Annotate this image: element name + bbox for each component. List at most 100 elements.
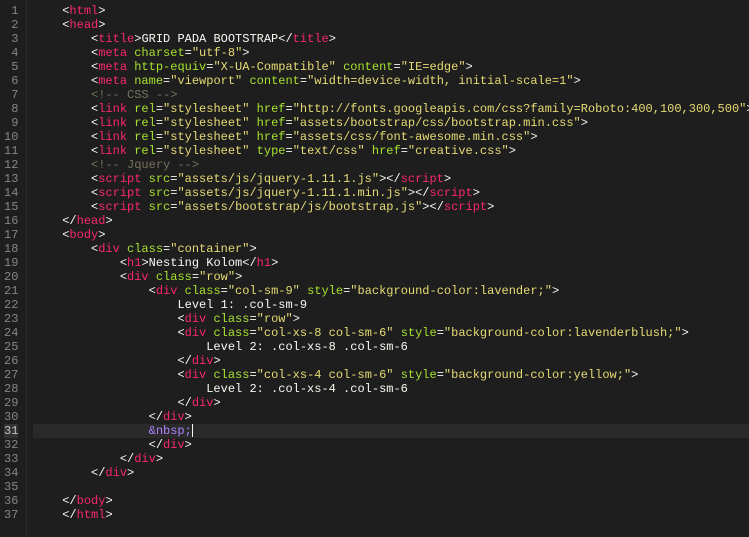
token-text [336,60,343,74]
code-line[interactable]: <!-- Jquery --> [33,158,749,172]
token-string: "container" [170,242,249,256]
code-line[interactable]: Level 1: .col-sm-9 [33,298,749,312]
token-punct: > [98,18,105,32]
token-tag: script [444,200,487,214]
token-string: "utf-8" [192,46,242,60]
code-line[interactable]: <body> [33,228,749,242]
code-line[interactable]: <meta http-equiv="X-UA-Compatible" conte… [33,60,749,74]
token-attr: src [149,172,171,186]
code-line[interactable]: </div> [33,466,749,480]
token-attr: http-equiv [134,60,206,74]
line-number: 6 [4,74,18,88]
code-line[interactable]: <script src="assets/bootstrap/js/bootstr… [33,200,749,214]
token-attr: rel [134,116,156,130]
token-tag: div [163,410,185,424]
token-punct: < [177,326,184,340]
code-line[interactable]: <div class="row"> [33,312,749,326]
code-line[interactable]: <html> [33,4,749,18]
code-line[interactable]: </div> [33,452,749,466]
token-tag: meta [98,74,127,88]
token-punct: < [177,312,184,326]
code-line[interactable]: </body> [33,494,749,508]
token-string: "IE=edge" [401,60,466,74]
code-line[interactable]: &nbsp; [33,424,749,438]
token-punct: > [552,284,559,298]
token-punct: < [149,284,156,298]
token-string: "stylesheet" [163,102,249,116]
token-attr: style [401,368,437,382]
token-punct: ></ [408,186,430,200]
token-attr: href [257,102,286,116]
token-attr: style [307,284,343,298]
token-punct: = [285,102,292,116]
token-string: "viewport" [170,74,242,88]
token-text: Nesting Kolom [149,256,243,270]
code-line[interactable]: <title>GRID PADA BOOTSTRAP</title> [33,32,749,46]
code-line[interactable]: <div class="col-sm-9" style="background-… [33,284,749,298]
token-text [249,116,256,130]
code-line[interactable]: <h1>Nesting Kolom</h1> [33,256,749,270]
token-text: Level 2: .col-xs-8 .col-sm-6 [206,340,408,354]
code-line[interactable]: </html> [33,508,749,522]
token-punct: > [466,60,473,74]
token-tag: link [98,102,127,116]
line-number: 31 [4,424,18,438]
token-tag: div [185,368,207,382]
code-line[interactable]: Level 2: .col-xs-4 .col-sm-6 [33,382,749,396]
code-editor[interactable]: 1234567891011121314151617181920212223242… [0,0,749,537]
token-text [300,284,307,298]
token-string: "assets/css/font-awesome.min.css" [293,130,531,144]
token-attr: rel [134,102,156,116]
code-line[interactable] [33,480,749,494]
token-tag: script [98,172,141,186]
token-tag: h1 [257,256,271,270]
code-line[interactable]: <link rel="stylesheet" href="assets/boot… [33,116,749,130]
token-punct: < [120,256,127,270]
code-line[interactable]: <link rel="stylesheet" href="http://font… [33,102,749,116]
token-tag: div [98,242,120,256]
token-punct: = [249,312,256,326]
code-line[interactable]: <script src="assets/js/jquery-1.11.1.js"… [33,172,749,186]
text-cursor [192,424,193,437]
token-text [120,242,127,256]
code-line[interactable]: </div> [33,354,749,368]
code-area[interactable]: <html> <head> <title>GRID PADA BOOTSTRAP… [27,0,749,537]
token-string: "background-color:lavenderblush;" [444,326,682,340]
token-punct: </ [177,354,191,368]
token-punct: </ [149,410,163,424]
token-string: "text/css" [293,144,365,158]
code-line[interactable]: <div class="col-xs-4 col-sm-6" style="ba… [33,368,749,382]
code-line[interactable]: <link rel="stylesheet" href="assets/css/… [33,130,749,144]
token-attr: rel [134,130,156,144]
token-punct: </ [62,494,76,508]
code-line[interactable]: <link rel="stylesheet" type="text/css" h… [33,144,749,158]
code-line[interactable]: <meta name="viewport" content="width=dev… [33,74,749,88]
token-attr: href [372,144,401,158]
token-punct: = [249,326,256,340]
code-line[interactable]: <div class="row"> [33,270,749,284]
token-attr: class [213,368,249,382]
token-punct: </ [62,214,76,228]
token-punct: = [401,144,408,158]
token-string: "col-xs-8 col-sm-6" [257,326,394,340]
code-line[interactable]: </div> [33,438,749,452]
code-line[interactable]: <!-- CSS --> [33,88,749,102]
line-number: 10 [4,130,18,144]
code-line[interactable]: </head> [33,214,749,228]
code-line[interactable]: <div class="container"> [33,242,749,256]
code-line[interactable]: Level 2: .col-xs-8 .col-sm-6 [33,340,749,354]
line-number: 16 [4,214,18,228]
code-line[interactable]: <div class="col-xs-8 col-sm-6" style="ba… [33,326,749,340]
token-punct: > [271,256,278,270]
line-number: 7 [4,88,18,102]
code-line[interactable]: <head> [33,18,749,32]
token-punct: = [249,368,256,382]
code-line[interactable]: </div> [33,410,749,424]
token-punct: > [249,242,256,256]
token-string: "col-sm-9" [228,284,300,298]
code-line[interactable]: <meta charset="utf-8"> [33,46,749,60]
token-attr: content [249,74,299,88]
code-line[interactable]: <script src="assets/js/jquery-1.11.1.min… [33,186,749,200]
code-line[interactable]: </div> [33,396,749,410]
token-text [394,326,401,340]
